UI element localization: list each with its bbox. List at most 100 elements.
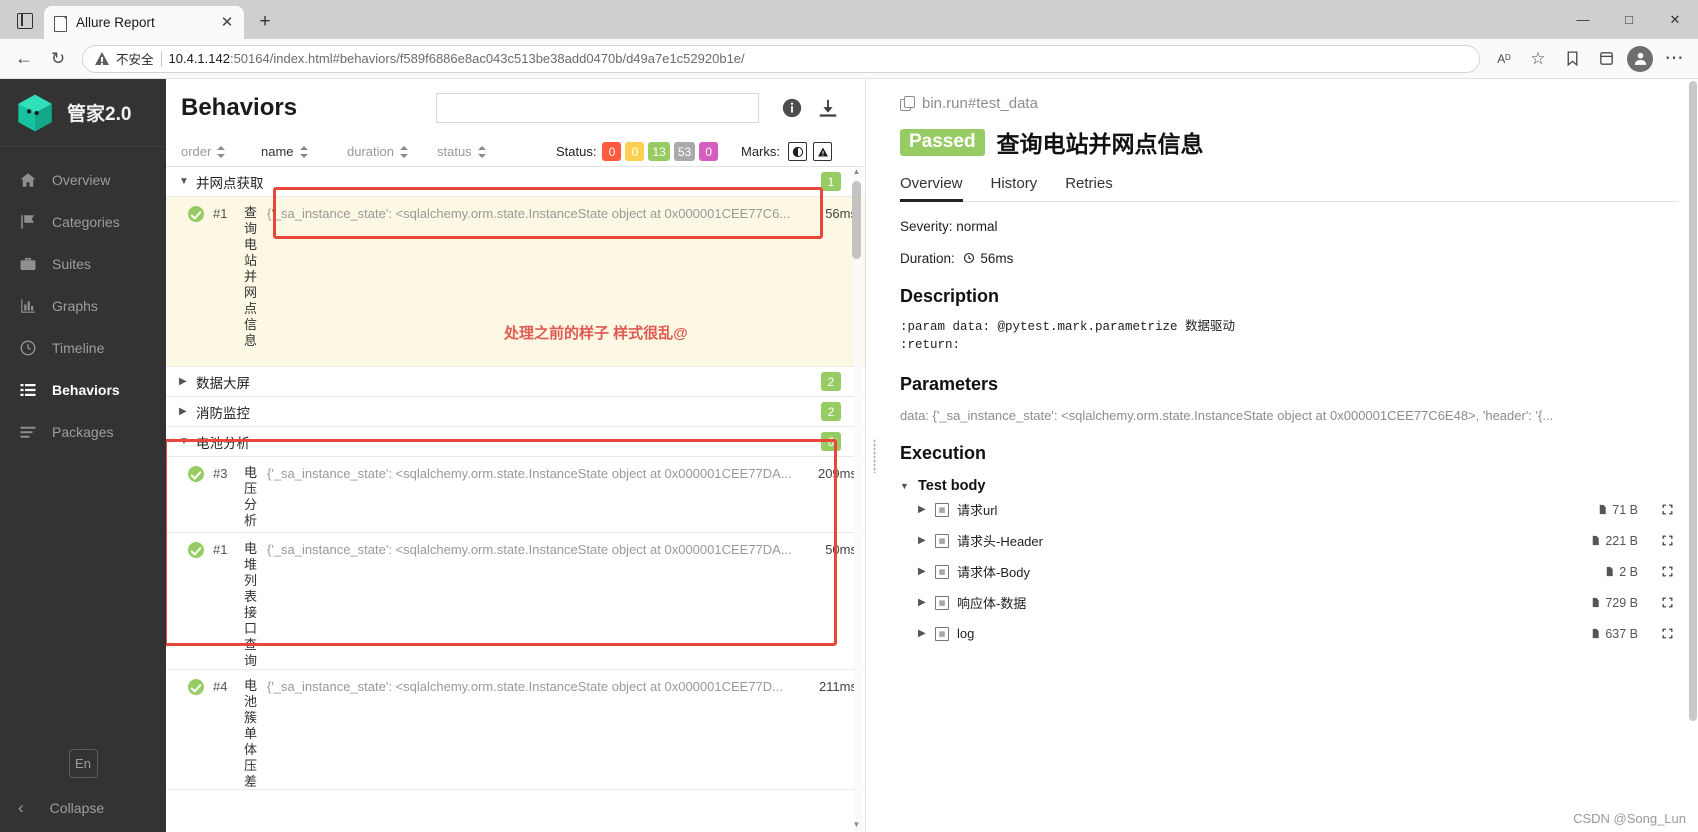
attachment-icon: ▦ — [935, 626, 949, 641]
expand-icon[interactable] — [1661, 503, 1674, 516]
window-close-icon[interactable]: ✕ — [1652, 0, 1698, 39]
sidebar-item-label: Suites — [52, 256, 91, 272]
copy-icon[interactable] — [900, 96, 915, 111]
column-name[interactable]: name — [261, 144, 347, 159]
minimize-icon[interactable]: — — [1560, 0, 1606, 39]
sidebar-item-packages[interactable]: Packages — [0, 411, 166, 453]
status-badge-skipped[interactable]: 53 — [673, 142, 696, 161]
info-icon[interactable] — [781, 97, 803, 119]
status-badge-failed[interactable]: 0 — [602, 142, 622, 161]
read-aloud-icon[interactable]: Aᴰ — [1488, 43, 1520, 75]
list-item[interactable]: ▶ ▦ 请求头-Header 221 B — [918, 525, 1678, 556]
sidebar-item-suites[interactable]: Suites — [0, 243, 166, 285]
scroll-up-icon[interactable]: ▲ — [851, 167, 862, 179]
group-header[interactable]: ▼ 并网点获取 1 — [166, 167, 865, 197]
column-status[interactable]: status — [437, 144, 523, 159]
detail-scroll-thumb[interactable] — [1689, 81, 1697, 721]
expand-icon[interactable] — [1661, 627, 1674, 640]
chevron-right-icon: ▶ — [918, 504, 926, 516]
maximize-icon[interactable]: □ — [1606, 0, 1652, 39]
back-icon[interactable]: ← — [8, 43, 40, 75]
browser-settings-icon[interactable]: ⋯ — [1658, 43, 1690, 75]
language-toggle-button[interactable]: En — [68, 749, 98, 778]
profile-avatar[interactable] — [1627, 45, 1653, 72]
browser-toolbar: ← ↻ 不安全 10.4.1.142:50164/index.html#beha… — [0, 39, 1698, 79]
expand-icon[interactable] — [1661, 565, 1674, 578]
behaviors-pane: Behaviors order name duration status Sta… — [166, 79, 866, 832]
status-badge-unknown[interactable]: 0 — [699, 142, 719, 161]
list-item[interactable]: ▶ ▦ 请求url 71 B — [918, 494, 1678, 525]
test-body-toggle[interactable]: ▼ Test body — [900, 478, 1678, 494]
test-description: {'_sa_instance_state': <sqlalchemy.orm.s… — [267, 679, 784, 694]
attachment-icon: ▦ — [935, 564, 949, 579]
download-icon[interactable] — [817, 97, 839, 119]
sidebar-item-graphs[interactable]: Graphs — [0, 285, 166, 327]
results-scrollbar[interactable]: ▲ ▼ — [851, 167, 863, 832]
group-header[interactable]: ▶ 消防监控 2 — [166, 397, 865, 427]
tab-retries[interactable]: Retries — [1065, 175, 1113, 201]
step-size-value: 221 B — [1605, 533, 1638, 548]
add-favorite-icon[interactable]: ☆ — [1522, 43, 1554, 75]
list-item[interactable]: ▶ ▦ log 637 B — [918, 618, 1678, 649]
tab-history[interactable]: History — [991, 175, 1038, 201]
favorites-icon[interactable] — [1556, 43, 1588, 75]
reload-icon[interactable]: ↻ — [42, 43, 74, 75]
sidebar-footer: En ‹ Collapse — [0, 749, 166, 832]
test-order: #1 — [213, 206, 228, 221]
expand-icon[interactable] — [1661, 534, 1674, 547]
close-icon[interactable]: ✕ — [218, 15, 236, 30]
group-count-badge: 6 — [821, 432, 841, 451]
step-size: 221 B — [1590, 534, 1638, 548]
status-badge-passed[interactable]: 13 — [648, 142, 670, 161]
new-tab-button[interactable]: + — [250, 7, 280, 37]
group-header[interactable]: ▼ 电池分析 6 — [166, 427, 865, 457]
column-duration[interactable]: duration — [347, 144, 437, 159]
step-size-value: 729 B — [1605, 595, 1638, 610]
breadcrumb[interactable]: bin.run#test_data — [900, 95, 1678, 112]
column-order[interactable]: order — [181, 144, 261, 159]
flaky-icon[interactable] — [788, 142, 807, 161]
table-row[interactable]: #4 电池簇单体压差 {'_sa_instance_state': <sqlal… — [166, 670, 865, 790]
table-row[interactable]: #3 电压分析 {'_sa_instance_state': <sqlalche… — [166, 457, 865, 533]
execution-heading: Execution — [900, 443, 987, 464]
brand-block: 管家2.0 — [0, 79, 166, 147]
sidebar-item-overview[interactable]: Overview — [0, 159, 166, 201]
tab-search-button[interactable] — [6, 4, 44, 38]
column-label: status — [437, 144, 472, 159]
column-label: order — [181, 144, 212, 159]
annotation-text: 处理之前的样子 样式很乱@ — [504, 325, 688, 342]
collapse-sidebar-button[interactable]: ‹ Collapse — [0, 798, 166, 818]
list-item[interactable]: ▶ ▦ 响应体-数据 729 B — [918, 587, 1678, 618]
search-input[interactable] — [436, 93, 759, 123]
table-row[interactable]: #1 电堆列表接口查询 {'_sa_instance_state': <sqla… — [166, 533, 865, 670]
test-name: 电池簇单体压差 — [244, 678, 258, 789]
pane-splitter[interactable] — [866, 79, 882, 832]
step-label: log — [957, 626, 975, 642]
chevron-right-icon: ▶ — [918, 566, 926, 578]
address-bar[interactable]: 不安全 10.4.1.142:50164/index.html#behavior… — [82, 44, 1480, 73]
results-scroll-thumb[interactable] — [852, 181, 861, 259]
collections-icon[interactable] — [1590, 43, 1622, 75]
sidebar-item-label: Behaviors — [52, 382, 120, 398]
file-icon — [1606, 567, 1613, 577]
step-size-value: 2 B — [1619, 564, 1638, 579]
tab-overview[interactable]: Overview — [900, 175, 963, 202]
briefcase-icon — [18, 254, 38, 274]
broken-icon[interactable] — [813, 142, 832, 161]
page-favicon-icon — [52, 15, 68, 32]
status-badge-broken[interactable]: 0 — [625, 142, 645, 161]
duration-value: 56ms — [980, 251, 1014, 266]
step-size-value: 71 B — [1612, 502, 1638, 517]
sidebar-item-categories[interactable]: Categories — [0, 201, 166, 243]
browser-tab-allure-report[interactable]: Allure Report ✕ — [44, 6, 244, 39]
detail-scrollbar[interactable] — [1689, 79, 1698, 832]
column-label: name — [261, 144, 294, 159]
sidebar-item-behaviors[interactable]: Behaviors — [0, 369, 166, 411]
security-status-label: 不安全 — [116, 53, 154, 67]
list-item[interactable]: ▶ ▦ 请求体-Body 2 B — [918, 556, 1678, 587]
group-header[interactable]: ▶ 数据大屏 2 — [166, 367, 865, 397]
scroll-down-icon[interactable]: ▼ — [851, 820, 862, 832]
sidebar-item-timeline[interactable]: Timeline — [0, 327, 166, 369]
expand-icon[interactable] — [1661, 596, 1674, 609]
brand-name: 管家2.0 — [67, 104, 132, 125]
